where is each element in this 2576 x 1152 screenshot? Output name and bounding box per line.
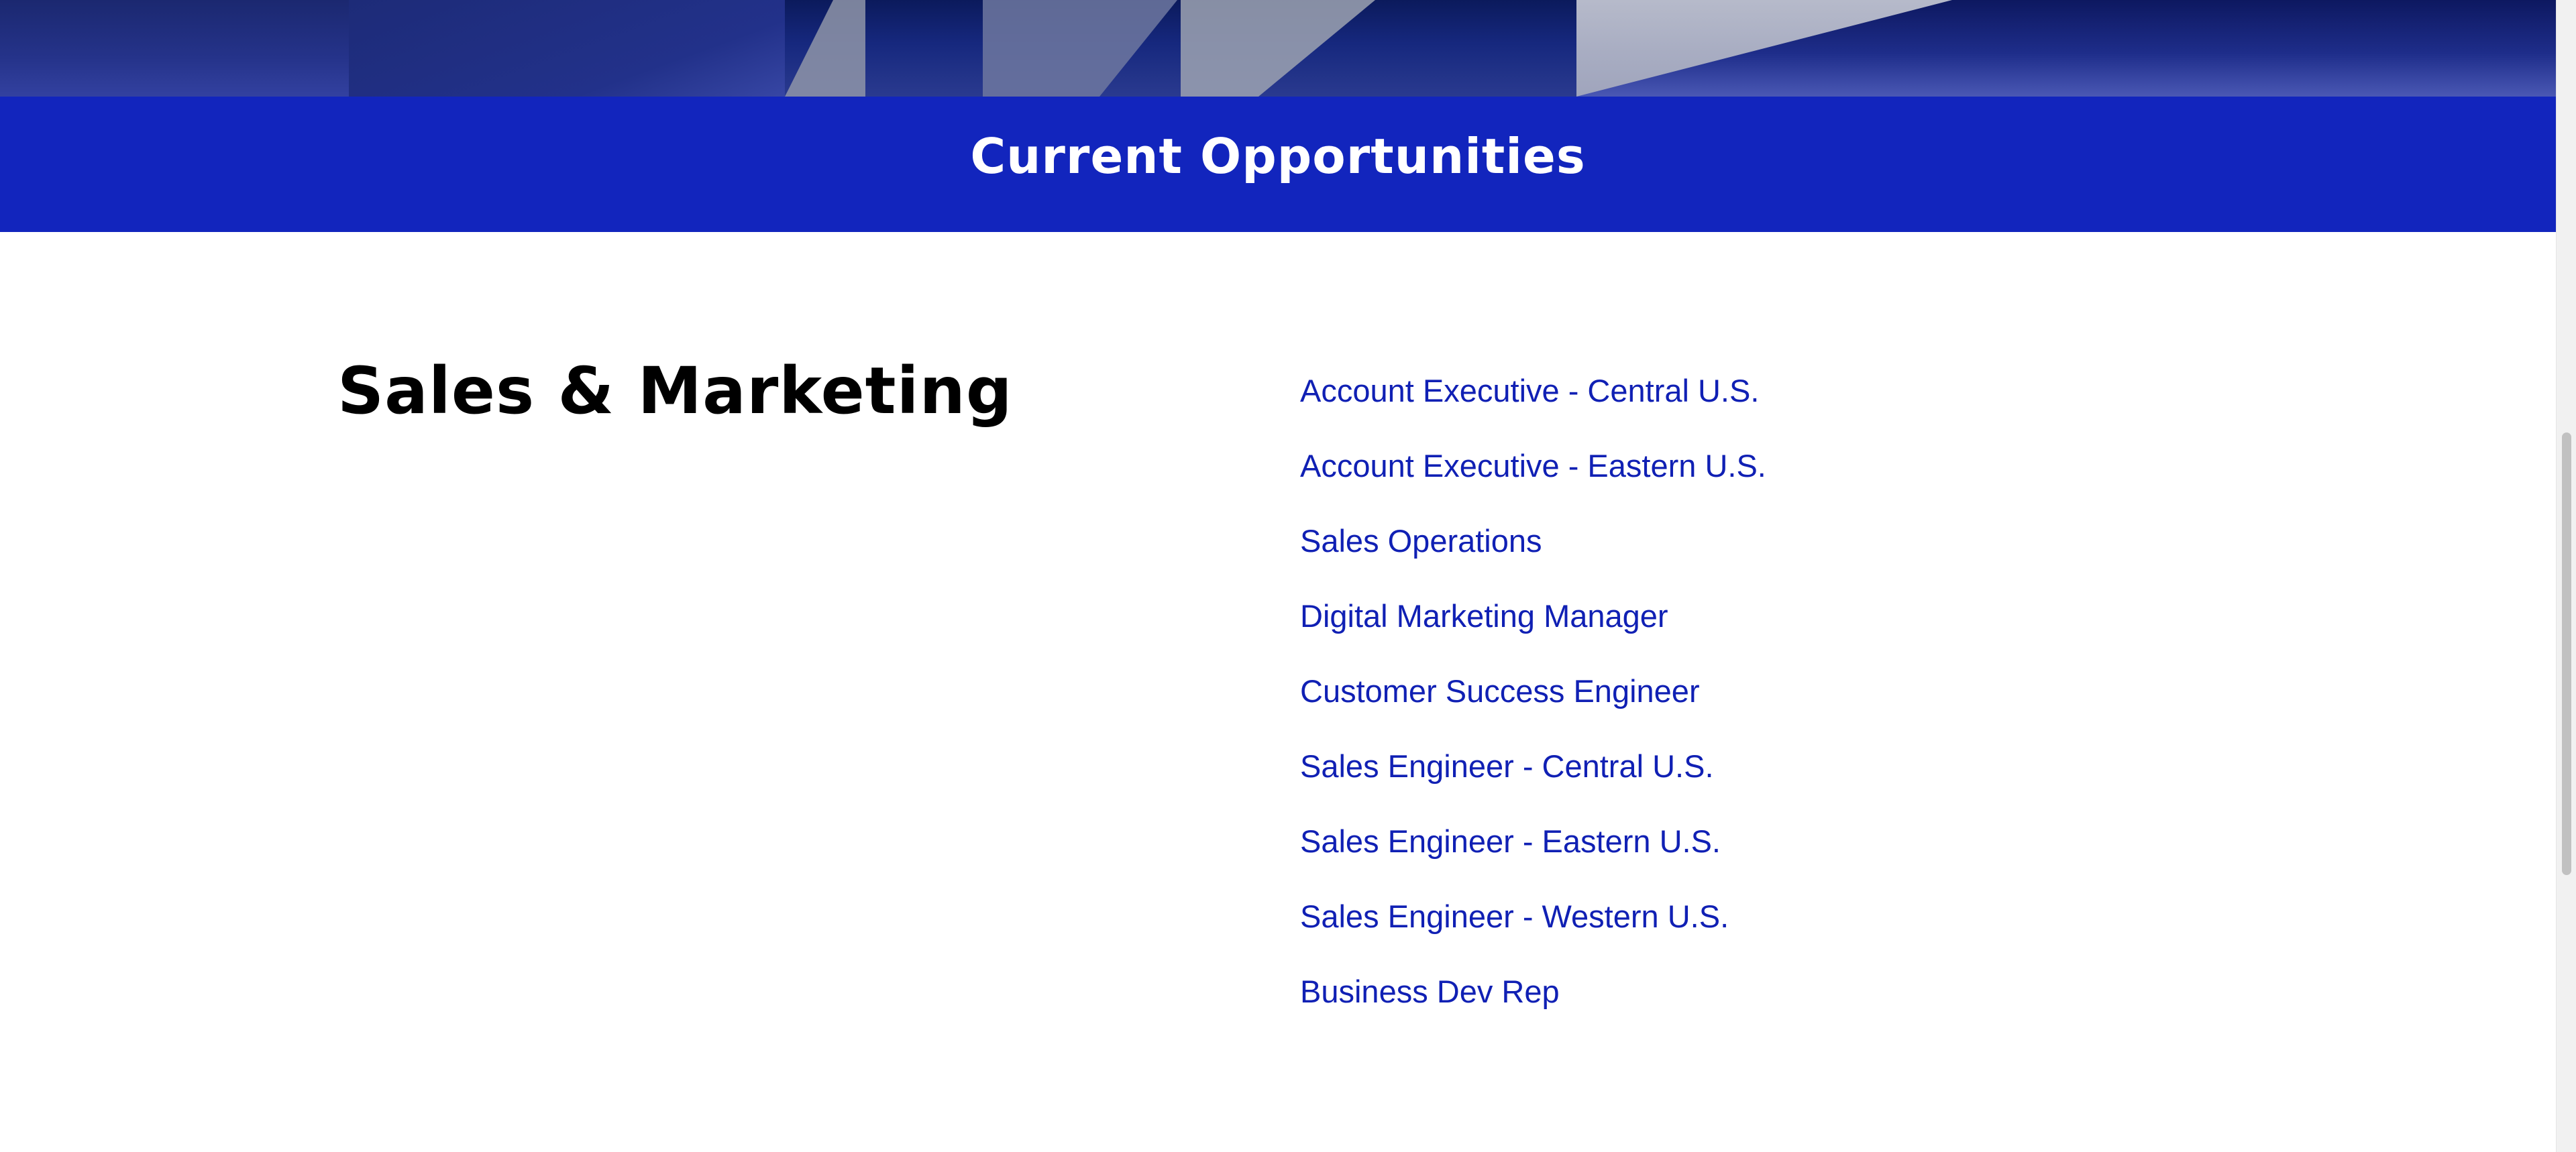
hero-image [0, 0, 2556, 97]
job-link-sales-engineer-eastern[interactable]: Sales Engineer - Eastern U.S. [1300, 819, 1721, 864]
list-item: Sales Engineer - Western U.S. [1300, 895, 1766, 970]
job-link-sales-engineer-central[interactable]: Sales Engineer - Central U.S. [1300, 744, 1714, 789]
job-link-sales-engineer-western[interactable]: Sales Engineer - Western U.S. [1300, 895, 1729, 939]
browser-viewport: Current Opportunities Sales & Marketing … [0, 0, 2576, 1152]
list-item: Sales Engineer - Central U.S. [1300, 744, 1766, 819]
hero-couch-right [1576, 0, 2556, 97]
list-item: Sales Engineer - Eastern U.S. [1300, 819, 1766, 895]
list-item: Digital Marketing Manager [1300, 594, 1766, 669]
list-item: Account Executive - Central U.S. [1300, 369, 1766, 444]
list-item: Customer Success Engineer [1300, 669, 1766, 744]
opportunities-banner: Current Opportunities [0, 97, 2556, 232]
scrollbar-thumb[interactable] [2562, 433, 2571, 875]
job-link-sales-operations[interactable]: Sales Operations [1300, 519, 1542, 563]
job-link-account-executive-eastern[interactable]: Account Executive - Eastern U.S. [1300, 444, 1766, 488]
job-link-digital-marketing-manager[interactable]: Digital Marketing Manager [1300, 594, 1668, 638]
section-title: Sales & Marketing [337, 353, 1013, 428]
vertical-scrollbar[interactable] [2556, 0, 2576, 1152]
job-link-account-executive-central[interactable]: Account Executive - Central U.S. [1300, 369, 1759, 413]
job-link-customer-success-engineer[interactable]: Customer Success Engineer [1300, 669, 1700, 713]
list-item: Account Executive - Eastern U.S. [1300, 444, 1766, 519]
hero-light-stripe [983, 0, 1177, 97]
list-item: Sales Operations [1300, 519, 1766, 594]
job-list: Account Executive - Central U.S. Account… [1300, 369, 1766, 1045]
hero-couch-left [0, 0, 785, 97]
job-link-business-dev-rep[interactable]: Business Dev Rep [1300, 970, 1560, 1014]
list-item: Business Dev Rep [1300, 970, 1766, 1045]
hero-light-stripe [1181, 0, 1375, 97]
banner-title: Current Opportunities [970, 128, 1586, 184]
hero-light-stripe [785, 0, 865, 97]
careers-page: Current Opportunities Sales & Marketing … [0, 0, 2556, 1152]
